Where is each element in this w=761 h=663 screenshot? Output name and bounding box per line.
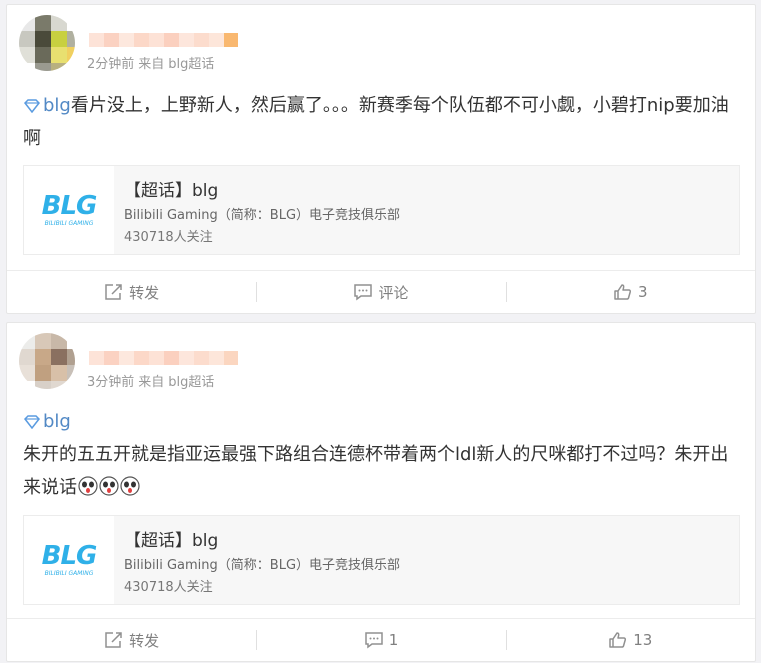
thumbs-up-icon xyxy=(614,284,632,300)
post-text: blg 朱开的五五开就是指亚运最强下路组合连德杯带着两个ldl新人的尺咪都打不过… xyxy=(23,411,729,498)
like-button[interactable]: 13 xyxy=(505,619,755,661)
comment-icon xyxy=(364,632,383,649)
topic-title[interactable]: 【超话】blg xyxy=(124,176,218,201)
action-bar: 转发 评论 3 xyxy=(7,270,755,313)
repost-icon xyxy=(105,284,122,300)
username-blurred[interactable] xyxy=(89,351,239,365)
topic-followers: 430718人关注 xyxy=(124,230,213,245)
action-bar: 转发 1 13 xyxy=(7,618,755,661)
comment-button[interactable]: 评论 xyxy=(256,271,505,313)
topic-followers: 430718人关注 xyxy=(124,580,213,595)
repost-button[interactable]: 转发 xyxy=(7,619,256,661)
super-topic-diamond-icon xyxy=(24,99,40,113)
topic-desc: Bilibili Gaming（简称：BLG）电子竞技俱乐部 xyxy=(124,208,401,223)
comment-button[interactable]: 1 xyxy=(256,619,505,661)
repost-button[interactable]: 转发 xyxy=(7,271,256,313)
post-time[interactable]: 3分钟前 xyxy=(87,375,134,390)
avatar[interactable] xyxy=(19,15,75,71)
source-link[interactable]: blg超话 xyxy=(168,375,214,390)
post-meta: 2分钟前 来自 blg超话 xyxy=(87,57,215,72)
post-meta: 3分钟前 来自 blg超话 xyxy=(87,375,215,390)
repost-icon xyxy=(105,632,122,648)
emoji-icon xyxy=(120,476,140,496)
weibo-post: 3分钟前 来自 blg超话 blg 朱开的五五开就是指亚运最强下路组合连德杯带着两个… xyxy=(6,322,756,662)
super-topic-tag[interactable]: blg xyxy=(43,411,71,432)
topic-title[interactable]: 【超话】blg xyxy=(124,526,218,551)
logo-subtext: BILIBILI GAMING xyxy=(45,570,94,577)
comment-icon xyxy=(354,284,373,301)
logo-subtext: BILIBILI GAMING xyxy=(45,220,94,227)
emoji-icon xyxy=(99,476,119,496)
weibo-post: 2分钟前 来自 blg超话 blg看片没上，上野新人，然后赢了。。。新赛季每个队伍都… xyxy=(6,4,756,314)
logo-text: BLG xyxy=(42,541,97,571)
thumbs-up-icon xyxy=(609,632,627,648)
avatar[interactable] xyxy=(19,333,75,389)
topic-card[interactable]: BLG BILIBILI GAMING 【超话】blg Bilibili Gam… xyxy=(23,515,740,605)
logo-text: BLG xyxy=(42,191,97,221)
emoji-group xyxy=(77,476,140,498)
post-text: blg看片没上，上野新人，然后赢了。。。新赛季每个队伍都不可小觑，小碧打nip要… xyxy=(23,95,729,149)
topic-card[interactable]: BLG BILIBILI GAMING 【超话】blg Bilibili Gam… xyxy=(23,165,740,255)
blg-logo: BLG BILIBILI GAMING xyxy=(24,166,114,254)
emoji-icon xyxy=(78,476,98,496)
super-topic-tag[interactable]: blg xyxy=(43,95,71,116)
super-topic-diamond-icon xyxy=(24,415,40,429)
blg-logo: BLG BILIBILI GAMING xyxy=(24,516,114,604)
source-link[interactable]: blg超话 xyxy=(168,57,214,72)
like-button[interactable]: 3 xyxy=(505,271,755,313)
username-blurred[interactable] xyxy=(89,33,239,47)
topic-desc: Bilibili Gaming（简称：BLG）电子竞技俱乐部 xyxy=(124,558,401,573)
post-time[interactable]: 2分钟前 xyxy=(87,57,134,72)
